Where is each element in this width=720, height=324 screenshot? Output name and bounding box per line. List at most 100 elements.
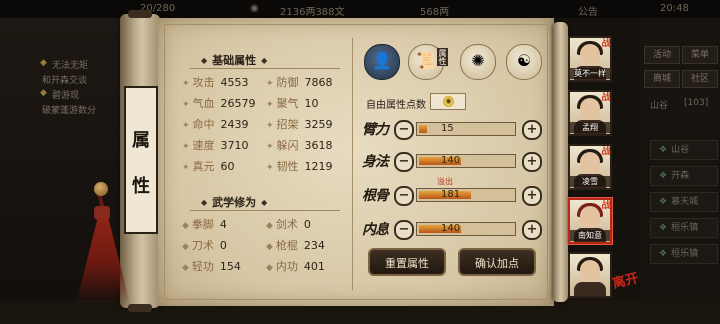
decrease-button[interactable]: − xyxy=(394,186,414,206)
notice-button[interactable]: 公告 xyxy=(578,3,598,18)
stat-toughness: ✦ 韧性 1219 xyxy=(266,160,333,173)
decrease-button[interactable]: − xyxy=(394,152,414,172)
section-title-text: 基础属性 xyxy=(212,54,257,67)
coin-icon: ◉ xyxy=(443,96,454,107)
menu-button-menu[interactable]: 菜单 xyxy=(682,46,718,64)
location-label: 山谷 xyxy=(650,101,669,111)
portrait-face xyxy=(580,152,600,174)
stat-qi: ✦ 聚气 10 xyxy=(266,97,319,110)
heart-icon: ✦ xyxy=(182,100,190,110)
skill-lightness: ◆ 轻功 154 xyxy=(182,260,241,273)
bullet-icon: ◆ xyxy=(40,88,47,98)
list-item[interactable]: ❖ 开森 xyxy=(650,166,718,186)
party-member[interactable] xyxy=(568,252,612,298)
skill-inner: ◆ 内功 401 xyxy=(266,260,325,273)
tab-character[interactable]: 👤 xyxy=(364,44,400,80)
wind-icon: ✦ xyxy=(182,142,190,152)
panel-title: 属 性 xyxy=(124,86,158,234)
title-char: 性 xyxy=(132,176,150,197)
coin-icon: ◉ xyxy=(250,3,259,14)
party-member-name: 凌雪 xyxy=(570,176,610,187)
attr-name-constitution: 根骨 xyxy=(362,188,389,204)
quest-item[interactable]: 破蒙蓬游数分 xyxy=(42,103,96,116)
progress-bar: 140 xyxy=(416,154,516,168)
list-item[interactable]: ❖ 慕天城 xyxy=(650,192,718,212)
attr-name-strength: 臂力 xyxy=(362,122,389,138)
increase-button[interactable]: + xyxy=(522,152,542,172)
list-item[interactable]: ❖ 桓乐镇 xyxy=(650,244,718,264)
section-title-basic: ◆ 基础属性 ◆ xyxy=(196,52,272,68)
overflow-label: 溢出 xyxy=(437,177,453,186)
divider xyxy=(190,210,340,211)
portrait-face xyxy=(580,260,600,282)
progress-bar: 140 xyxy=(416,222,516,236)
diamond-icon: ◆ xyxy=(261,198,268,207)
swirl-icon: ✦ xyxy=(266,100,274,110)
bar-value: 140 xyxy=(441,155,461,166)
party-member-name: 孟翔 xyxy=(570,122,610,133)
increase-button[interactable]: + xyxy=(522,120,542,140)
stat-defense: ✦ 防御 7868 xyxy=(266,76,333,89)
tassel-bead xyxy=(94,182,108,196)
shield-icon: ✦ xyxy=(266,79,274,89)
title-char: 属 xyxy=(132,130,150,151)
portrait-face xyxy=(580,206,600,228)
close-seal-button[interactable]: 离开 xyxy=(610,267,640,292)
quest-item[interactable]: 碧游现 xyxy=(52,88,79,101)
leaf-icon: ❖ xyxy=(659,223,668,233)
list-item-label: 开森 xyxy=(671,171,690,181)
increase-button[interactable]: + xyxy=(522,220,542,240)
quest-item[interactable]: 无法无矩 xyxy=(52,58,88,71)
sword-icon: ◆ xyxy=(266,221,273,231)
increase-button[interactable]: + xyxy=(522,186,542,206)
section-title-martial: ◆ 武学修为 ◆ xyxy=(196,194,272,210)
quest-item[interactable]: 和开森交谈 xyxy=(42,73,87,86)
decrease-button[interactable]: − xyxy=(394,120,414,140)
stat-parry: ✦ 招架 3259 xyxy=(266,118,333,131)
decrease-button[interactable]: − xyxy=(394,220,414,240)
essence-icon: ✦ xyxy=(182,163,190,173)
list-item[interactable]: ❖ 桓乐镇 xyxy=(650,218,718,238)
tab-meridian[interactable]: ☯ xyxy=(506,44,542,80)
stat-speed: ✦ 速度 3710 xyxy=(182,139,249,152)
blade-icon: ◆ xyxy=(182,242,189,252)
fist-icon: ◆ xyxy=(182,221,189,231)
divider xyxy=(190,68,340,69)
block-icon: ✦ xyxy=(266,121,274,131)
roller-cap xyxy=(128,10,152,18)
free-points-label: 自由属性点数 xyxy=(366,100,426,111)
roller-cap xyxy=(128,304,152,312)
list-item-label: 桓乐镇 xyxy=(671,223,699,233)
compass-icon: ✺ xyxy=(471,51,485,70)
list-item-label: 山谷 xyxy=(671,145,690,155)
menu-button-activity[interactable]: 活动 xyxy=(644,46,680,64)
portrait-face xyxy=(580,98,600,120)
meditation-icon: ☯ xyxy=(516,51,532,70)
attr-name-agility: 身法 xyxy=(362,154,389,170)
bar-value: 181 xyxy=(441,189,461,200)
tassel-knot xyxy=(94,206,110,220)
stat-attack: ✦ 攻击 4553 xyxy=(182,76,249,89)
reset-attributes-button[interactable]: 重置属性 xyxy=(368,248,446,276)
diamond-icon: ◆ xyxy=(261,56,268,65)
bar-value: 140 xyxy=(441,223,461,234)
top-bar: 20/280 ◉ 2136两388文 568两 公告 20:48 xyxy=(0,0,720,18)
menu-button-community[interactable]: 社区 xyxy=(682,70,718,88)
list-item[interactable]: ❖ 山谷 xyxy=(650,140,718,160)
attr-name-breath: 内息 xyxy=(362,222,389,238)
leaf-icon: ❖ xyxy=(659,197,668,207)
tab-map[interactable]: ✺ xyxy=(460,44,496,80)
menu-button-shop[interactable]: 商城 xyxy=(644,70,680,88)
skill-spear: ◆ 枪棍 234 xyxy=(266,239,325,252)
yin-yang-icon: ◆ xyxy=(266,263,273,273)
list-item-label: 桓乐镇 xyxy=(671,249,699,259)
battle-badge: 战 xyxy=(601,93,611,103)
hat-icon: 👤 xyxy=(372,51,392,70)
stat-true-essence: ✦ 真元 60 xyxy=(182,160,235,173)
stat-hp: ✦ 气血 26579 xyxy=(182,97,256,110)
sword-icon: ✦ xyxy=(182,79,190,89)
stat-hit: ✦ 命中 2439 xyxy=(182,118,249,131)
money-counter: 2136两388文 xyxy=(280,7,345,18)
confirm-points-button[interactable]: 确认加点 xyxy=(458,248,536,276)
silver-counter: 568两 xyxy=(420,7,450,18)
